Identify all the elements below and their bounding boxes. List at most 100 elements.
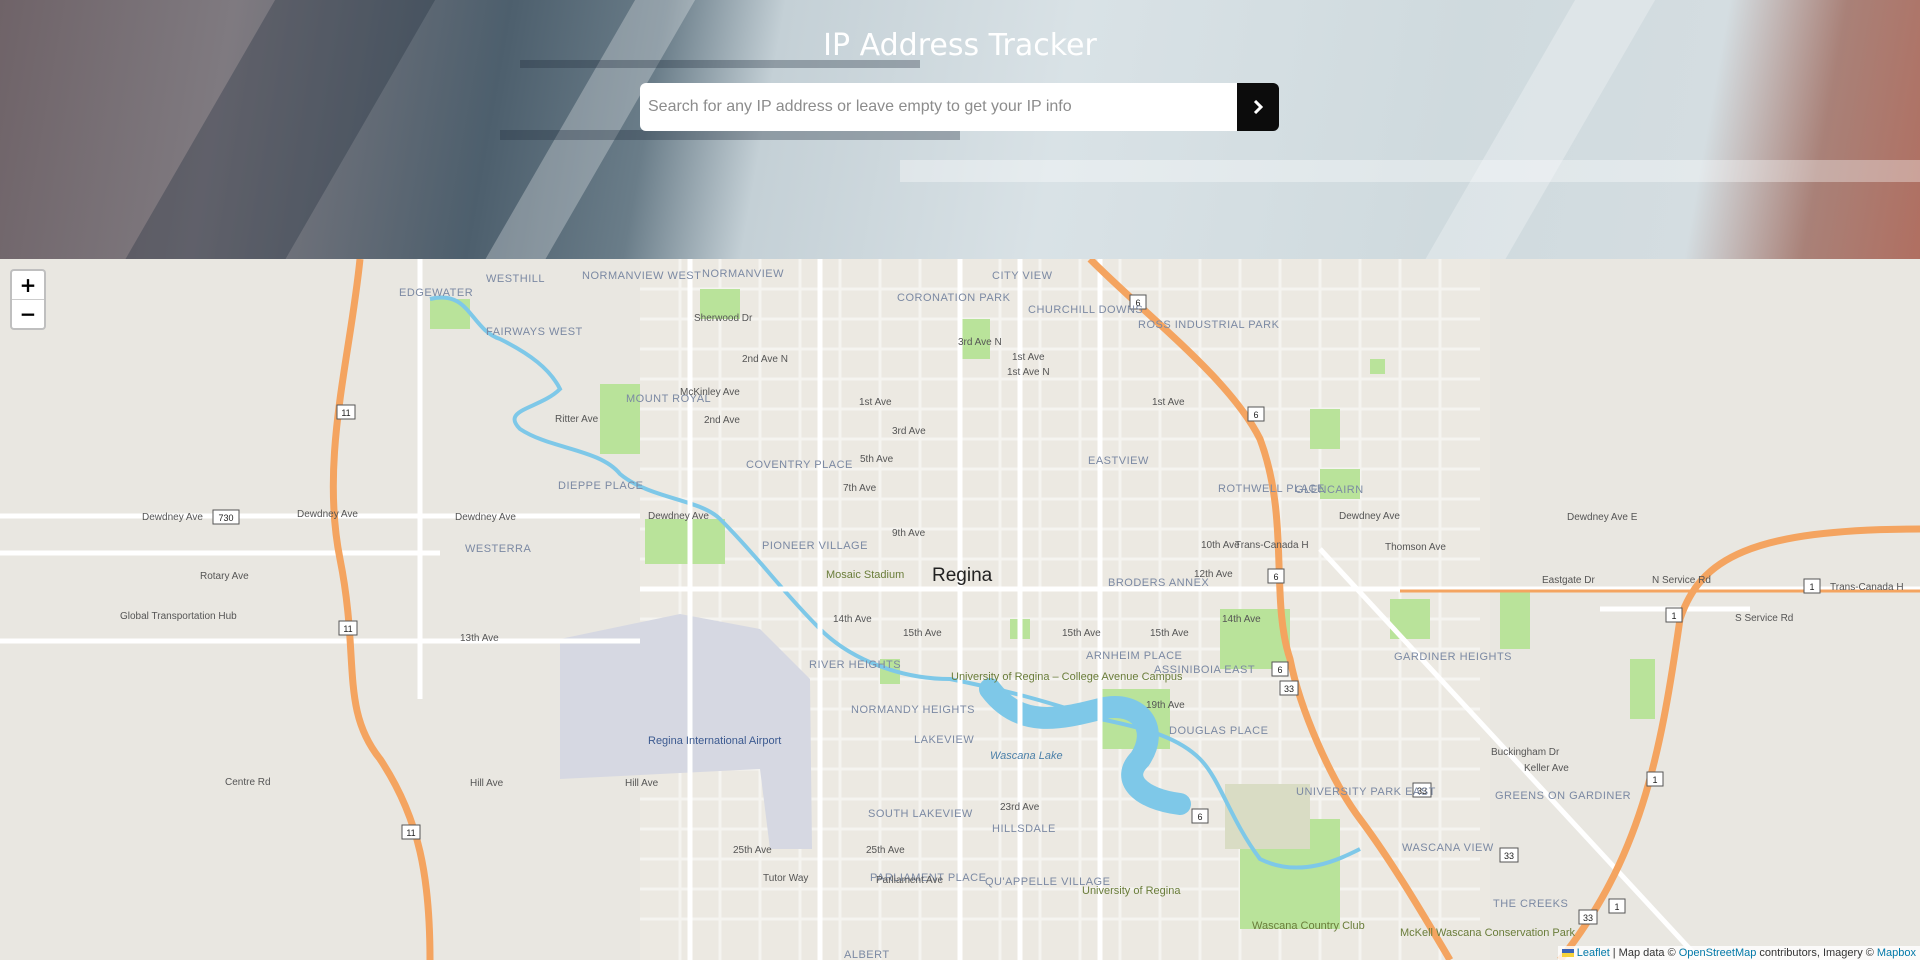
road-label: Buckingham Dr [1491,747,1560,758]
road-label: 2nd Ave N [742,354,788,365]
road-label: 14th Ave [1222,614,1261,625]
zoom-in-button[interactable]: + [12,271,44,300]
svg-text:730: 730 [218,513,233,523]
road-label: 12th Ave [1194,569,1233,580]
neighborhood-label: EASTVIEW [1088,455,1149,467]
road-label: Dewdney Ave [648,511,709,522]
road-label: 19th Ave [1146,700,1185,711]
neighborhood-label: NORMANVIEW WEST [582,270,701,282]
search-submit-button[interactable] [1237,83,1279,131]
road-label: 5th Ave [860,454,894,465]
ukraine-flag-icon [1561,949,1574,957]
neighborhood-label: EDGEWATER [399,287,473,299]
road-label: Sherwood Dr [694,313,753,324]
road-label: Hill Ave [625,778,659,789]
road-label: Thomson Ave [1385,542,1446,553]
road-label: Parliament Ave [876,875,944,886]
zoom-out-button[interactable]: − [12,300,44,328]
header-banner: IP Address Tracker [0,0,1920,259]
road-label: Trans-Canada H [1830,582,1904,593]
svg-text:6: 6 [1277,665,1282,675]
poi-label: University of Regina – College Avenue Ca… [951,671,1183,683]
neighborhood-label: GARDINER HEIGHTS [1394,651,1512,663]
road-label: 13th Ave [460,633,499,644]
road-label: 1st Ave [1152,397,1185,408]
road-label: Dewdney Ave E [1567,512,1638,523]
svg-text:11: 11 [343,624,352,634]
road-label: 15th Ave [1150,628,1189,639]
road-label: Ritter Ave [555,414,599,425]
neighborhood-label: WASCANA VIEW [1402,842,1494,854]
svg-text:33: 33 [1583,913,1593,923]
zoom-control: + − [10,269,46,330]
neighborhood-label: FAIRWAYS WEST [486,326,583,338]
road-label: 9th Ave [892,528,926,539]
neighborhood-label: THE CREEKS [1493,898,1568,910]
neighborhood-label: GLENCAIRN [1295,484,1364,496]
poi-label: McKell Wascana Conservation Park [1400,927,1576,939]
road-label: 7th Ave [843,483,877,494]
neighborhood-label: ROSS INDUSTRIAL PARK [1138,319,1280,331]
road-label: 15th Ave [1062,628,1101,639]
neighborhood-label: DIEPPE PLACE [558,480,643,492]
svg-text:11: 11 [406,828,415,838]
svg-text:1: 1 [1614,902,1619,912]
search-form [640,83,1279,131]
svg-text:1: 1 [1671,611,1676,621]
road-label: 1st Ave N [1007,367,1050,378]
neighborhood-label: UNIVERSITY PARK EAST [1296,786,1436,798]
road-label: N Service Rd [1652,575,1711,586]
osm-link[interactable]: OpenStreetMap [1679,947,1757,959]
neighborhood-label: HILLSDALE [992,823,1056,835]
road-label: 15th Ave [903,628,942,639]
neighborhood-label: ARNHEIM PLACE [1086,650,1182,662]
attribution-text: | Map data © [1612,947,1676,959]
road-label: Dewdney Ave [455,512,516,523]
road-label: Keller Ave [1524,763,1569,774]
airport-label: Regina International Airport [648,735,781,747]
map-tiles[interactable]: 730 11 11 11 6 6 6 6 6 33 33 33 33 1 1 1… [0,259,1920,960]
road-label: Centre Rd [225,777,271,788]
city-label: Regina [932,565,993,586]
neighborhood-label: WESTHILL [486,273,545,285]
road-label: 25th Ave [733,845,772,856]
ip-search-input[interactable] [640,83,1237,131]
chevron-right-icon [1253,100,1264,114]
attribution-text: contributors, Imagery © [1759,947,1874,959]
poi-label: University of Regina [1082,885,1181,897]
svg-text:1: 1 [1809,582,1814,592]
road-label: 1st Ave [1012,352,1045,363]
neighborhood-label: LAKEVIEW [914,734,974,746]
neighborhood-label: DOUGLAS PLACE [1169,725,1268,737]
page-title: IP Address Tracker [823,28,1097,63]
road-label: Trans-Canada H [1235,540,1309,551]
road-label: 23rd Ave [1000,802,1040,813]
road-label: 3rd Ave [892,426,926,437]
map-view[interactable]: 730 11 11 11 6 6 6 6 6 33 33 33 33 1 1 1… [0,259,1920,960]
neighborhood-label: CHURCHILL DOWNS [1028,304,1143,316]
road-label: McKinley Ave [680,387,740,398]
neighborhood-label: COVENTRY PLACE [746,459,853,471]
neighborhood-label: RIVER HEIGHTS [809,659,901,671]
road-label: S Service Rd [1735,613,1793,624]
road-label: 3rd Ave N [958,337,1002,348]
mapbox-link[interactable]: Mapbox [1877,947,1916,959]
leaflet-link[interactable]: Leaflet [1577,947,1610,959]
neighborhood-label: ALBERT [844,949,890,960]
svg-text:6: 6 [1197,812,1202,822]
poi-label: Wascana Country Club [1252,920,1365,932]
road-label: 14th Ave [833,614,872,625]
lake-label: Wascana Lake [990,750,1063,762]
road-label: Eastgate Dr [1542,575,1595,586]
road-label: Rotary Ave [200,571,249,582]
neighborhood-label: WESTERRA [465,543,532,555]
svg-text:6: 6 [1253,410,1258,420]
neighborhood-label: CITY VIEW [992,270,1053,282]
svg-text:11: 11 [341,408,350,418]
poi-label: Global Transportation Hub [120,611,237,622]
neighborhood-label: PIONEER VILLAGE [762,540,868,552]
svg-text:1: 1 [1652,775,1657,785]
neighborhood-label: NORMANVIEW [702,268,784,280]
neighborhood-label: GREENS ON GARDINER [1495,790,1631,802]
road-label: Dewdney Ave [297,509,358,520]
